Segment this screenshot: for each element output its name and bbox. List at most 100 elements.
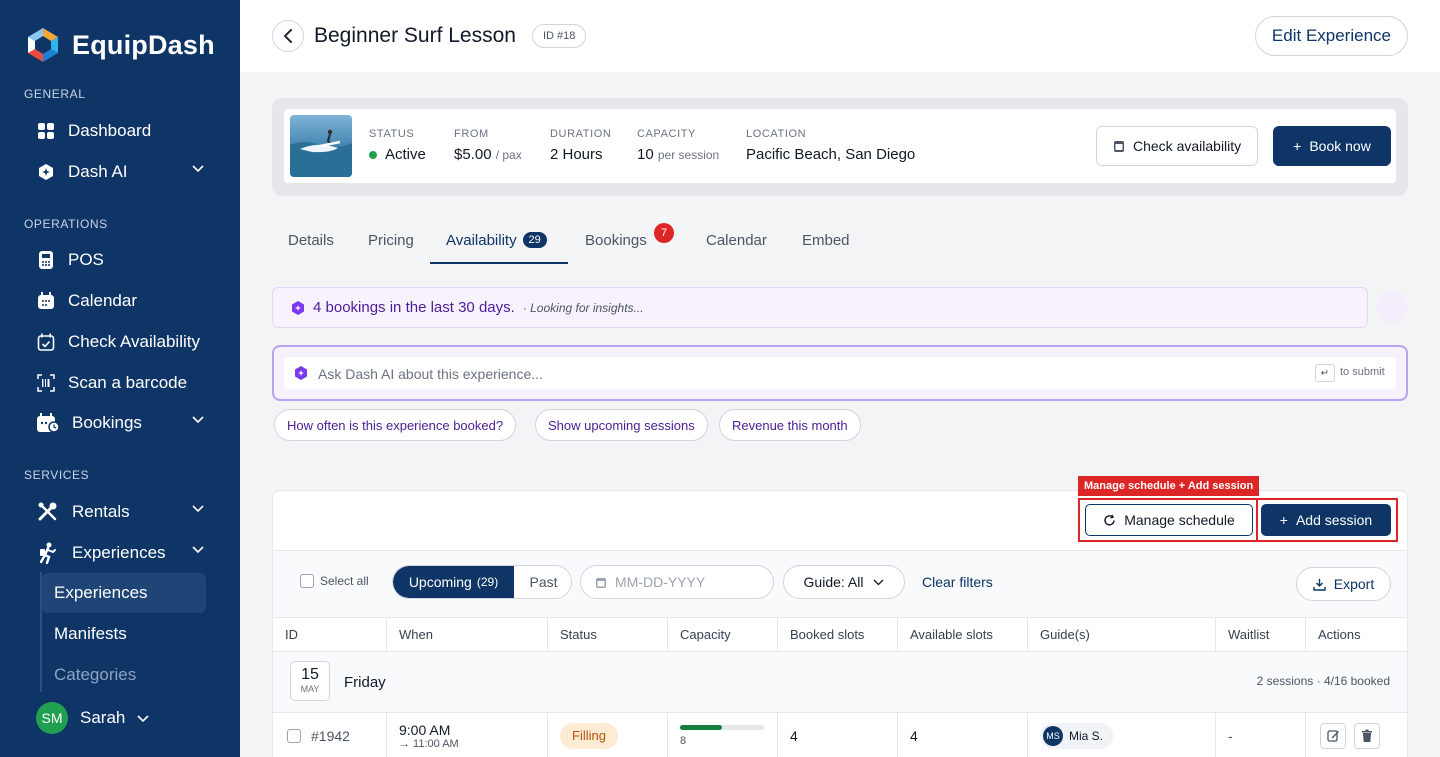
- brand-logo[interactable]: EquipDash: [24, 26, 215, 64]
- capacity-bar-fill: [680, 724, 722, 730]
- column-header[interactable]: Waitlist: [1216, 618, 1306, 651]
- equipdash-logo-icon: [24, 26, 62, 64]
- delete-session-button[interactable]: [1354, 722, 1380, 749]
- guide-filter-select[interactable]: Guide: All: [783, 565, 905, 599]
- upcoming-past-toggle: Upcoming (29) Past: [392, 565, 572, 599]
- add-session-button[interactable]: + Add session: [1261, 504, 1391, 536]
- date-filter: [580, 565, 774, 599]
- column-header[interactable]: Status: [548, 618, 668, 651]
- export-button[interactable]: Export: [1296, 567, 1391, 601]
- edit-session-button[interactable]: [1320, 722, 1346, 749]
- date-group-row: 15 MAY Friday 2 sessions · 4/16 booked: [273, 652, 1407, 712]
- column-header[interactable]: Guide(s): [1028, 618, 1216, 651]
- user-menu[interactable]: SM Sarah: [36, 702, 149, 734]
- ask-dash-ai-input[interactable]: [318, 363, 1218, 385]
- chevron-down-icon: [137, 708, 149, 728]
- sidebar-item-check-availability[interactable]: Check Availability: [36, 326, 216, 358]
- suggestion-chip[interactable]: How often is this experience booked?: [274, 409, 517, 441]
- tab-past[interactable]: Past: [514, 566, 571, 598]
- sidebar-item-label: POS: [68, 250, 104, 269]
- capacity-unit: per session: [657, 148, 720, 162]
- group-summary: 2 sessions · 4/16 booked: [1256, 674, 1390, 688]
- sidebar-item-label: Dash AI: [68, 162, 128, 181]
- chevron-down-icon: [874, 579, 884, 585]
- clear-filters-link[interactable]: Clear filters: [922, 574, 993, 590]
- table-row[interactable]: #1942 9:00 AM → 11:00 AM Filling 8 4 4 M…: [273, 712, 1407, 757]
- tab-upcoming[interactable]: Upcoming (29): [393, 566, 514, 598]
- suggestion-chip[interactable]: Show upcoming sessions: [535, 409, 708, 441]
- duration-label: DURATION: [550, 128, 612, 140]
- sidebar-subitem-manifests[interactable]: Manifests: [42, 614, 206, 654]
- sidebar-item-scan-barcode[interactable]: Scan a barcode: [36, 367, 216, 399]
- date-chip: 15 MAY: [290, 661, 330, 701]
- select-all-checkbox[interactable]: Select all: [300, 574, 369, 588]
- sidebar-subitem-experiences[interactable]: Experiences: [42, 573, 206, 613]
- duration-fact: DURATION 2 Hours: [550, 128, 611, 163]
- column-header[interactable]: Booked slots: [778, 618, 898, 651]
- experience-summary: STATUS Active FROM $5.00 / pax DURATION …: [284, 109, 1396, 183]
- capacity-cell: 8: [668, 713, 778, 757]
- experience-thumbnail: [290, 115, 352, 177]
- tab-calendar[interactable]: Calendar: [706, 222, 767, 264]
- id-badge: ID #18: [532, 24, 587, 48]
- top-bar: Beginner Surf Lesson ID #18 Edit Experie…: [240, 0, 1440, 72]
- back-button[interactable]: [272, 20, 304, 52]
- tab-pricing[interactable]: Pricing: [368, 222, 414, 264]
- book-now-label: Book now: [1309, 138, 1371, 154]
- sidebar-item-label: Rentals: [72, 502, 130, 521]
- date-input[interactable]: [615, 574, 755, 590]
- row-checkbox[interactable]: [287, 728, 301, 743]
- ask-dash-ai-box: ↵ to submit: [272, 345, 1408, 401]
- calendar-icon: [36, 291, 56, 311]
- column-header[interactable]: Available slots: [898, 618, 1028, 651]
- manage-schedule-button[interactable]: Manage schedule: [1085, 504, 1253, 536]
- sidebar-item-rentals[interactable]: Rentals: [36, 496, 216, 528]
- select-all-label: Select all: [320, 574, 369, 588]
- active-tab-indicator: [430, 262, 568, 264]
- pos-terminal-icon: [36, 250, 56, 270]
- tab-details[interactable]: Details: [288, 222, 334, 264]
- refresh-icon: [1104, 514, 1115, 526]
- edit-experience-button[interactable]: Edit Experience: [1254, 16, 1408, 56]
- guide-chip[interactable]: MS Mia S.: [1040, 722, 1114, 749]
- sidebar-item-bookings[interactable]: Bookings: [36, 407, 216, 439]
- experience-summary-panel: STATUS Active FROM $5.00 / pax DURATION …: [272, 98, 1408, 196]
- id-cell: #1942: [273, 713, 387, 757]
- sidebar-item-dashboard[interactable]: Dashboard: [36, 115, 216, 147]
- calendar-icon: [596, 578, 606, 588]
- table-header: ID When Status Capacity Booked slots Ava…: [273, 617, 1407, 652]
- check-availability-label: Check availability: [1133, 138, 1242, 154]
- column-header[interactable]: ID: [273, 618, 387, 651]
- upcoming-label: Upcoming: [408, 574, 472, 590]
- check-availability-button[interactable]: Check availability: [1096, 126, 1259, 166]
- chevron-down-icon: [192, 502, 204, 516]
- tab-availability[interactable]: Availability 29: [446, 222, 547, 264]
- session-id-link[interactable]: #1942: [311, 728, 350, 744]
- suggestion-chip[interactable]: Revenue this month: [719, 409, 861, 441]
- calendar-check-icon: [36, 332, 56, 352]
- insight-subtext: · Looking for insights...: [522, 300, 644, 315]
- annotation-label: Manage schedule + Add session: [1078, 476, 1260, 496]
- sidebar-item-pos[interactable]: POS: [36, 244, 216, 276]
- tab-bookings[interactable]: Bookings: [585, 222, 647, 264]
- sidebar-item-dash-ai[interactable]: Dash AI: [36, 156, 216, 188]
- status-label: STATUS: [369, 128, 415, 140]
- sidebar-item-experiences[interactable]: Experiences: [36, 537, 216, 569]
- brand-name: EquipDash: [72, 29, 215, 60]
- column-header[interactable]: Capacity: [668, 618, 778, 651]
- insight-side-button[interactable]: [1376, 291, 1408, 323]
- sidebar-item-calendar[interactable]: Calendar: [36, 285, 216, 317]
- capacity-label: CAPACITY: [637, 128, 696, 140]
- capacity-bar: [680, 724, 764, 730]
- book-now-button[interactable]: + Book now: [1273, 126, 1391, 166]
- capacity-fact: CAPACITY 10 per session: [637, 128, 719, 163]
- sidebar-subitem-categories[interactable]: Categories: [42, 655, 206, 695]
- capacity-number: 8: [680, 734, 687, 747]
- column-header[interactable]: When: [387, 618, 548, 651]
- manage-schedule-label: Manage schedule: [1124, 512, 1235, 528]
- group-day-number: 15: [301, 666, 319, 683]
- tab-embed[interactable]: Embed: [802, 222, 850, 264]
- location-fact: LOCATION Pacific Beach, San Diego: [746, 128, 915, 163]
- status-badge: Filling: [560, 722, 618, 749]
- sidebar: EquipDash GENERAL Dashboard Dash AI OPER…: [0, 0, 240, 757]
